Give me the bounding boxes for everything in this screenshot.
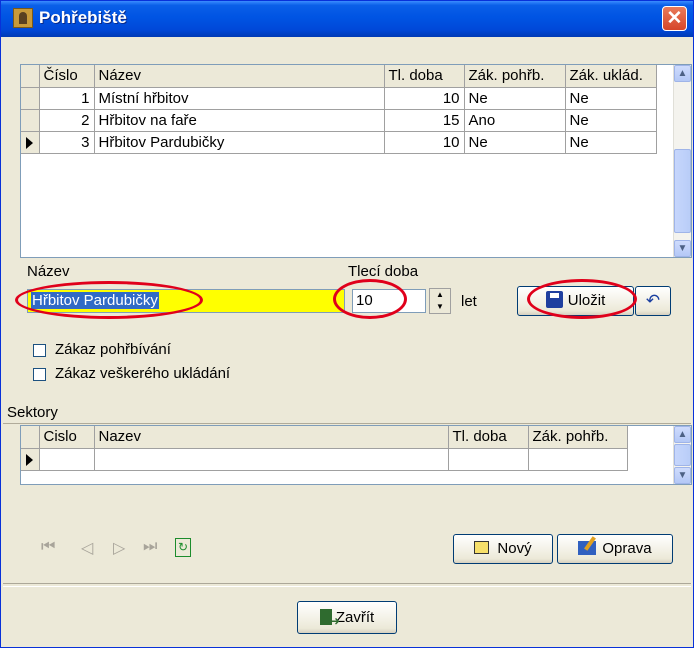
nazev-label: Název	[27, 263, 70, 280]
edit-icon	[578, 541, 597, 555]
col-header-tl-doba[interactable]: Tl. doba	[448, 426, 529, 449]
col-header-zak-pohrb[interactable]: Zák. pohřb.	[528, 426, 628, 449]
edit-button[interactable]: Oprava	[557, 534, 673, 564]
cell-zak-pohrb: Ano	[464, 109, 566, 132]
first-record-icon[interactable]: ⏮	[41, 538, 55, 556]
title-bar[interactable]: Pohřebiště ✕	[1, 1, 693, 37]
tleci-doba-stepper[interactable]: ▲ ▼	[429, 288, 451, 314]
undo-button[interactable]: ↶	[635, 286, 671, 316]
table-row[interactable]: 2 Hřbitov na faře 15 Ano Ne	[21, 109, 657, 132]
new-button-label: Nový	[497, 540, 532, 557]
zakaz-pohrbivani-checkbox[interactable]	[33, 344, 46, 357]
tleci-doba-unit: let	[461, 293, 477, 310]
scroll-up-icon[interactable]: ▲	[674, 65, 691, 82]
col-header-nazev[interactable]: Název	[94, 65, 385, 88]
scroll-thumb[interactable]	[674, 149, 691, 233]
edit-button-label: Oprava	[602, 540, 652, 557]
table-row-current[interactable]: 3 Hřbitov Pardubičky 10 Ne Ne	[21, 131, 657, 154]
row-indicator	[21, 87, 40, 110]
grid-scrollbar[interactable]: ▲ ▼	[673, 65, 691, 257]
cemetery-grid[interactable]: Číslo Název Tl. doba Zák. pohřb. Zák. uk…	[20, 64, 692, 258]
col-header-zak-uklad[interactable]: Zák. uklád.	[565, 65, 657, 88]
cell-zak-pohrb	[528, 448, 628, 471]
sectors-section-header: Sektory	[3, 402, 691, 424]
cell-tl-doba: 15	[384, 109, 465, 132]
scroll-up-icon[interactable]: ▲	[674, 426, 691, 443]
col-header-nazev[interactable]: Nazev	[94, 426, 449, 449]
sectors-grid[interactable]: Cislo Nazev Tl. doba Zák. pohřb. ▲ ▼	[20, 425, 692, 485]
zakaz-ukladani-checkbox[interactable]	[33, 368, 46, 381]
table-row[interactable]: 1 Místní hřbitov 10 Ne Ne	[21, 87, 657, 110]
grid-header-row: Číslo Název Tl. doba Zák. pohřb. Zák. uk…	[21, 65, 657, 88]
save-button-label: Uložit	[567, 292, 606, 309]
footer-separator	[3, 583, 691, 587]
tleci-doba-input[interactable]: 10	[352, 289, 426, 313]
new-button[interactable]: Nový	[453, 534, 553, 564]
refresh-icon[interactable]: ↻	[175, 538, 191, 557]
exit-door-icon	[319, 606, 340, 637]
col-header-zak-pohrb[interactable]: Zák. pohřb.	[464, 65, 566, 88]
cell-zak-uklad: Ne	[565, 87, 657, 110]
cell-tl-doba: 10	[384, 87, 465, 110]
table-row-current[interactable]	[21, 448, 628, 471]
col-header-cislo[interactable]: Číslo	[39, 65, 95, 88]
nazev-input[interactable]: Hřbitov Pardubičky	[27, 289, 345, 313]
new-record-icon	[474, 541, 490, 554]
cell-zak-uklad: Ne	[565, 131, 657, 154]
row-indicator	[21, 109, 40, 132]
row-indicator-header	[21, 426, 40, 449]
cell-tl-doba	[448, 448, 529, 471]
scroll-down-icon[interactable]: ▼	[674, 467, 691, 484]
floppy-disk-icon	[545, 291, 563, 308]
current-row-indicator	[21, 448, 40, 471]
stepper-down-icon[interactable]: ▼	[430, 301, 450, 313]
tombstone-icon	[13, 8, 33, 28]
scroll-down-icon[interactable]: ▼	[674, 240, 691, 257]
last-record-icon[interactable]: ⏭	[143, 538, 157, 556]
stepper-up-icon[interactable]: ▲	[430, 289, 450, 301]
cell-zak-pohrb: Ne	[464, 87, 566, 110]
zakaz-ukladani-label: Zákaz veškerého ukládání	[55, 365, 231, 382]
grid-header-row: Cislo Nazev Tl. doba Zák. pohřb.	[21, 426, 628, 449]
close-button-label: Zavřít	[335, 609, 375, 626]
col-header-tl-doba[interactable]: Tl. doba	[384, 65, 465, 88]
cell-nazev: Místní hřbitov	[94, 87, 385, 110]
row-indicator-header	[21, 65, 40, 88]
zakaz-pohrbivani-label: Zákaz pohřbívání	[55, 341, 171, 358]
prev-record-icon[interactable]: ◁	[81, 538, 93, 558]
next-record-icon[interactable]: ▷	[113, 538, 125, 558]
cell-cislo: 3	[39, 131, 95, 154]
col-header-cislo[interactable]: Cislo	[39, 426, 95, 449]
sectors-scrollbar[interactable]: ▲ ▼	[673, 426, 691, 484]
cell-nazev: Hřbitov na faře	[94, 109, 385, 132]
save-button[interactable]: Uložit	[517, 286, 634, 316]
nazev-input-value: Hřbitov Pardubičky	[31, 292, 159, 309]
scroll-thumb[interactable]	[674, 444, 691, 466]
close-window-button[interactable]: ✕	[662, 6, 687, 31]
cell-tl-doba: 10	[384, 131, 465, 154]
tleci-doba-label: Tlecí doba	[348, 263, 419, 280]
current-row-arrow-icon	[26, 453, 33, 466]
cell-nazev: Hřbitov Pardubičky	[94, 131, 385, 154]
close-button[interactable]: Zavřít	[297, 601, 397, 637]
current-row-indicator	[21, 131, 40, 154]
cemetery-window: Pohřebiště ✕ Číslo Název Tl. doba Zák. p…	[0, 0, 694, 648]
cell-cislo	[39, 448, 95, 471]
cell-zak-uklad: Ne	[565, 109, 657, 132]
window-title: Pohřebiště	[39, 8, 127, 27]
cell-zak-pohrb: Ne	[464, 131, 566, 154]
current-row-arrow-icon	[26, 136, 33, 149]
cell-cislo: 1	[39, 87, 95, 110]
cell-nazev	[94, 448, 449, 471]
undo-icon: ↶	[645, 291, 661, 310]
cell-cislo: 2	[39, 109, 95, 132]
